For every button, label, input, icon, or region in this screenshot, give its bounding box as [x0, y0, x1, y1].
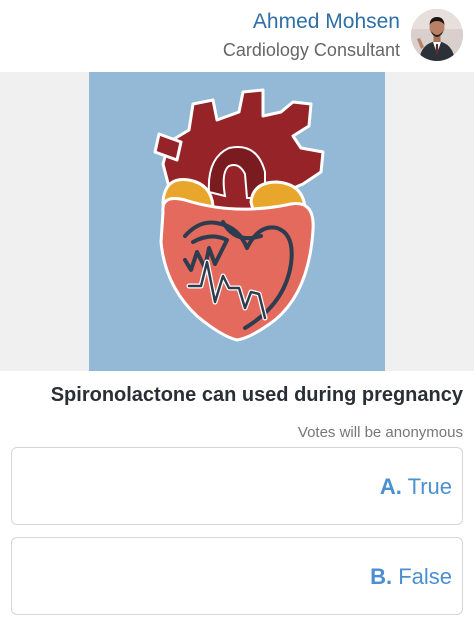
option-b-label: False — [398, 564, 452, 589]
poll-option-a[interactable]: A. True — [11, 447, 463, 525]
anonymous-note: Votes will be anonymous — [297, 424, 463, 441]
option-b-text: B. False — [370, 564, 452, 590]
option-a-text: A. True — [380, 474, 452, 500]
avatar[interactable] — [411, 9, 463, 61]
poll-image[interactable] — [89, 72, 385, 371]
option-b-letter: B. — [370, 564, 393, 589]
author-role: Cardiology Consultant — [222, 40, 400, 60]
option-a-letter: A. — [379, 474, 402, 499]
option-a-label: True — [407, 474, 452, 499]
poll-question: Spironolactone can used during pregnancy — [50, 384, 463, 406]
poll-option-b[interactable]: B. False — [11, 537, 463, 615]
poll-image-area — [0, 72, 474, 371]
avatar-photo-icon — [411, 9, 463, 61]
heart-illustration-icon — [153, 88, 325, 342]
author-name[interactable]: Ahmed Mohsen — [253, 10, 400, 34]
post-header: Ahmed Mohsen Cardiology Consultant — [0, 0, 474, 72]
